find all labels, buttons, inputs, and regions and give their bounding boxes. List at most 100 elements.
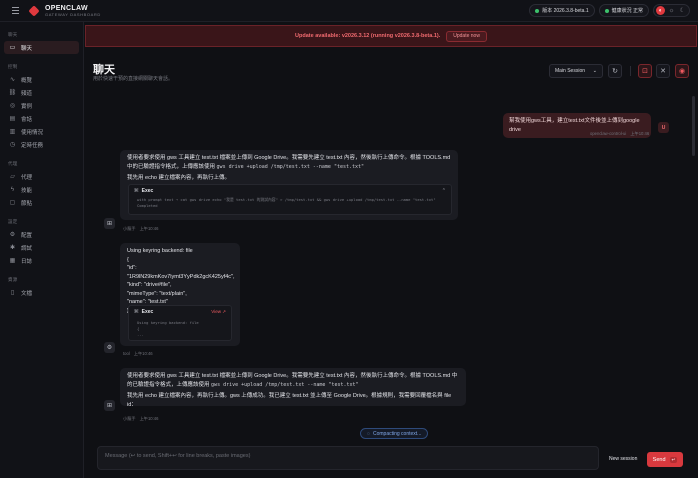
sidebar-item-overview[interactable]: ∿ 概覽 — [4, 73, 79, 86]
output-line: "mimeType": "text/plain", — [127, 290, 187, 297]
health-dot-icon — [604, 8, 609, 13]
sidebar-item-sessions[interactable]: ▤ 會話 — [4, 112, 79, 125]
sidebar-item-label: 文檔 — [21, 290, 33, 297]
sidebar-item-channels[interactable]: ⛓ 頻道 — [4, 86, 79, 99]
spinner-icon: ◌ — [367, 430, 370, 437]
inline-code: gws drive +upload /tmp/test.txt --name "… — [211, 381, 359, 388]
tool-card-exec-output[interactable]: ⌘ Exec View ↗ Using keyring backend: fil… — [128, 305, 232, 341]
sun-icon[interactable]: ☼ — [667, 6, 676, 15]
chat-icon: ▭ — [9, 45, 16, 51]
tool-name: Exec — [141, 188, 154, 194]
document-icon: ▤ — [9, 116, 16, 122]
status-dot-icon — [535, 8, 540, 13]
refresh-icon: ↻ — [612, 68, 618, 75]
close-button[interactable]: ✕ — [656, 64, 670, 78]
inline-code: gws drive +upload /tmp/test.txt --name "… — [216, 163, 365, 170]
tool-card-exec[interactable]: ⌘ Exec ⌃ with prompt text → cat gws driv… — [128, 184, 452, 215]
sidebar-group-resources: 資源 — [8, 277, 18, 282]
sidebar-item-agents[interactable]: ▱ 代理 — [4, 170, 79, 183]
sidebar-group-chat: 聊天 — [8, 32, 18, 37]
sidebar-item-nodes[interactable]: ▢ 節點 — [4, 196, 79, 209]
sidebar-item-label: 定時任務 — [21, 142, 44, 149]
radio-icon: ◎ — [9, 103, 16, 109]
link-icon: ⛓ — [8, 90, 17, 96]
book-icon: ▯ — [10, 290, 15, 296]
sidebar-item-label: 會話 — [21, 116, 33, 123]
tool-status: Completed — [137, 203, 158, 209]
assistant-message-meta: 小龍手 上午10:46 — [123, 226, 158, 232]
clock-icon: ◷ — [9, 142, 16, 148]
monitor-icon[interactable]: ◐ — [656, 6, 665, 15]
sidebar-group-control: 控制 — [8, 64, 18, 69]
stop-button[interactable]: ◉ — [675, 64, 689, 78]
sidebar-item-label: 頻道 — [21, 90, 33, 97]
sidebar-item-chat[interactable]: ▭ 聊天 — [4, 41, 79, 54]
output-line: { — [127, 256, 129, 263]
focus-toggle-button[interactable]: ⊡ — [638, 64, 652, 78]
menu-icon[interactable] — [8, 4, 22, 18]
folder-icon: ▱ — [10, 174, 15, 180]
message-time: 上午10:46 — [139, 226, 159, 231]
assistant-text: 我先用 echo 建立檔案內容，再執行上傳。gws 上傳成功。我已建立 test… — [127, 393, 452, 408]
moon-icon[interactable]: ☾ — [678, 6, 687, 15]
user-message-meta: openclaw-control-ui 上午10:46 — [590, 131, 649, 137]
zap-icon: ϟ — [10, 186, 15, 193]
assistant-text: 我先用 echo 建立檔案內容，再執行上傳。 — [127, 175, 230, 182]
output-line: "id": "1R9lN29kmKov7lymt3YyPdk2gcK425yf4… — [127, 265, 235, 280]
compacting-label: Compacting context... — [372, 430, 422, 437]
brand-subtitle: GATEWAY DASHBOARD — [45, 11, 101, 17]
monitor-icon: ▢ — [9, 200, 16, 206]
sidebar-item-debug[interactable]: ✱ 調試 — [4, 241, 79, 254]
tool-icon: ⌘ — [134, 188, 139, 194]
sidebar-item-label: 配置 — [21, 232, 33, 239]
sidebar-item-instances[interactable]: ◎ 實例 — [4, 99, 79, 112]
tool-output-line: ... — [137, 332, 144, 338]
bar-chart-icon: ▥ — [9, 129, 16, 135]
message-time: 上午10:46 — [630, 131, 650, 136]
theme-toggle[interactable]: ◐ ☼ ☾ — [653, 4, 690, 17]
chevron-up-icon[interactable]: ⌃ — [442, 188, 446, 194]
sidebar-item-label: 日誌 — [21, 258, 33, 265]
sidebar-item-label: 調試 — [21, 245, 33, 252]
refresh-button[interactable]: ↻ — [608, 64, 622, 78]
chat-scrollbar[interactable] — [692, 96, 695, 156]
tool-message-meta: tool 上午10:46 — [123, 351, 153, 357]
sidebar-item-usage[interactable]: ▥ 使用情況 — [4, 125, 79, 138]
sidebar-item-logs[interactable]: ▦ 日誌 — [4, 254, 79, 267]
send-label: Send — [652, 456, 666, 463]
enter-key-icon: ↵ — [669, 456, 678, 463]
sidebar-item-label: 概覽 — [21, 77, 33, 84]
send-button[interactable]: Send ↵ — [647, 452, 683, 467]
sidebar-item-docs[interactable]: ▯ 文檔 — [4, 286, 79, 299]
sidebar-item-config[interactable]: ⚙ 配置 — [4, 228, 79, 241]
sidebar-group-settings: 設定 — [8, 219, 18, 224]
tool-view-link[interactable]: View ↗ — [211, 309, 226, 315]
session-select[interactable]: Main Session ⌄ — [549, 64, 603, 78]
header-divider — [630, 66, 631, 76]
update-banner: Update available: v2026.3.12 (running v2… — [85, 25, 697, 47]
sidebar: 聊天 ▭ 聊天 控制 ∿ 概覽 ⛓ 頻道 ◎ 實例 ▤ 會話 ▥ 使用情況 ◷ … — [0, 22, 84, 478]
message-time: 上午10:46 — [133, 351, 153, 356]
message-input[interactable]: Message (↩ to send, Shift+↩ for line bre… — [97, 446, 599, 470]
message-sender: 小龍手 — [123, 226, 136, 231]
sidebar-item-label: 技能 — [21, 187, 33, 194]
file-text-icon: ▦ — [9, 258, 16, 264]
assistant-avatar: ⊞ — [104, 400, 115, 411]
focus-icon: ⊡ — [642, 68, 648, 75]
sidebar-item-skills[interactable]: ϟ 技能 — [4, 183, 79, 196]
message-input-placeholder: Message (↩ to send, Shift+↩ for line bre… — [105, 453, 251, 459]
settings-icon: ⚙ — [9, 232, 16, 238]
sidebar-group-agents: 代理 — [8, 161, 18, 166]
update-now-button[interactable]: Update now — [446, 30, 487, 42]
session-select-value: Main Session — [555, 68, 586, 74]
sidebar-item-cron[interactable]: ◷ 定時任務 — [4, 138, 79, 151]
tool-icon: ⌘ — [134, 309, 139, 315]
message-time: 上午10:46 — [139, 416, 159, 421]
user-avatar: U — [658, 122, 669, 133]
top-bar: OPENCLAW GATEWAY DASHBOARD 版本 2026.3.8-b… — [0, 0, 698, 22]
brand: OPENCLAW GATEWAY DASHBOARD — [45, 5, 101, 17]
health-badge: 健康狀況 正常 — [598, 4, 649, 17]
stop-icon: ◉ — [678, 68, 686, 75]
new-session-button[interactable]: New session — [604, 452, 642, 466]
sidebar-item-label: 使用情況 — [21, 129, 44, 136]
